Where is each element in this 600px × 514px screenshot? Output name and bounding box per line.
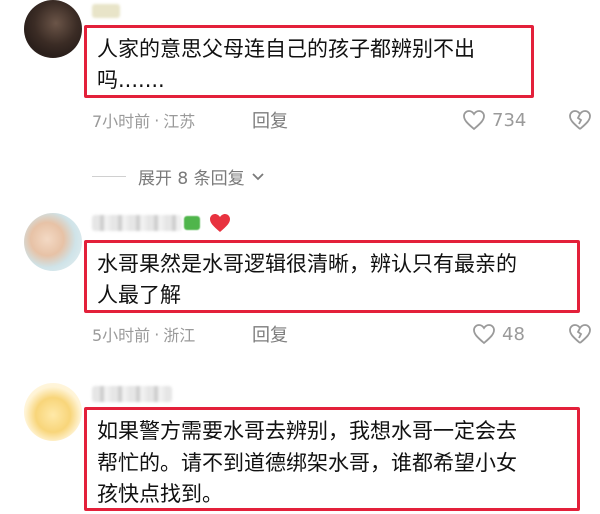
like-count: 734: [492, 109, 527, 131]
comment-location: 浙江: [163, 326, 196, 345]
chevron-down-icon: [251, 167, 265, 187]
reply-button[interactable]: 回复: [252, 321, 288, 347]
heart-outline-icon: [472, 323, 496, 345]
avatar[interactable]: [24, 0, 82, 58]
comment-text-line: 如果警方需要水哥去辨别，我想水哥一定会去: [97, 419, 517, 443]
comment-time: 5小时前: [92, 326, 151, 345]
comment-text-line: 水哥果然是水哥逻辑很清晰，辨认只有最亲的: [97, 252, 517, 276]
heart-outline-icon: [462, 109, 486, 131]
badge-icon: [184, 216, 200, 230]
comment-location: 江苏: [163, 112, 196, 131]
comment-text-line: 吗.......: [97, 68, 165, 92]
reply-button[interactable]: 回复: [252, 107, 288, 133]
comment-meta: 5小时前 · 浙江: [92, 322, 195, 346]
comment-text-line: 人家的意思父母连自己的孩子都辨别不出: [97, 37, 475, 61]
comment-text-line: 孩快点找到。: [97, 482, 223, 506]
username-blurred[interactable]: [92, 215, 182, 231]
comment-text-highlight: 水哥果然是水哥逻辑很清晰，辨认只有最亲的 人最了解: [84, 240, 580, 313]
meta-separator: ·: [154, 324, 160, 344]
comment-text-highlight: 如果警方需要水哥去辨别，我想水哥一定会去 帮忙的。请不到道德绑架水哥，谁都希望小…: [84, 407, 580, 511]
comment-text-line: 人最了解: [97, 283, 181, 307]
expand-replies-button[interactable]: 展开 8 条回复: [92, 164, 265, 189]
comment-time: 7小时前: [92, 112, 151, 131]
heart-emoji-icon: [208, 212, 232, 238]
expand-line: [92, 176, 126, 177]
username-blurred[interactable]: [92, 4, 120, 18]
like-button[interactable]: 734: [462, 108, 526, 132]
like-count: 48: [502, 323, 525, 345]
broken-heart-icon[interactable]: [568, 323, 592, 345]
expand-label: 展开 8 条回复: [138, 169, 245, 189]
broken-heart-icon[interactable]: [568, 109, 592, 131]
comment-text-line: 帮忙的。请不到道德绑架水哥，谁都希望小女: [97, 451, 517, 475]
username-blurred[interactable]: [92, 386, 172, 402]
meta-separator: ·: [154, 110, 160, 130]
comment-meta: 7小时前 · 江苏: [92, 108, 195, 132]
comment-text-highlight: 人家的意思父母连自己的孩子都辨别不出 吗.......: [84, 25, 534, 98]
like-button[interactable]: 48: [472, 322, 525, 346]
avatar[interactable]: [24, 213, 82, 271]
avatar[interactable]: [24, 383, 82, 441]
